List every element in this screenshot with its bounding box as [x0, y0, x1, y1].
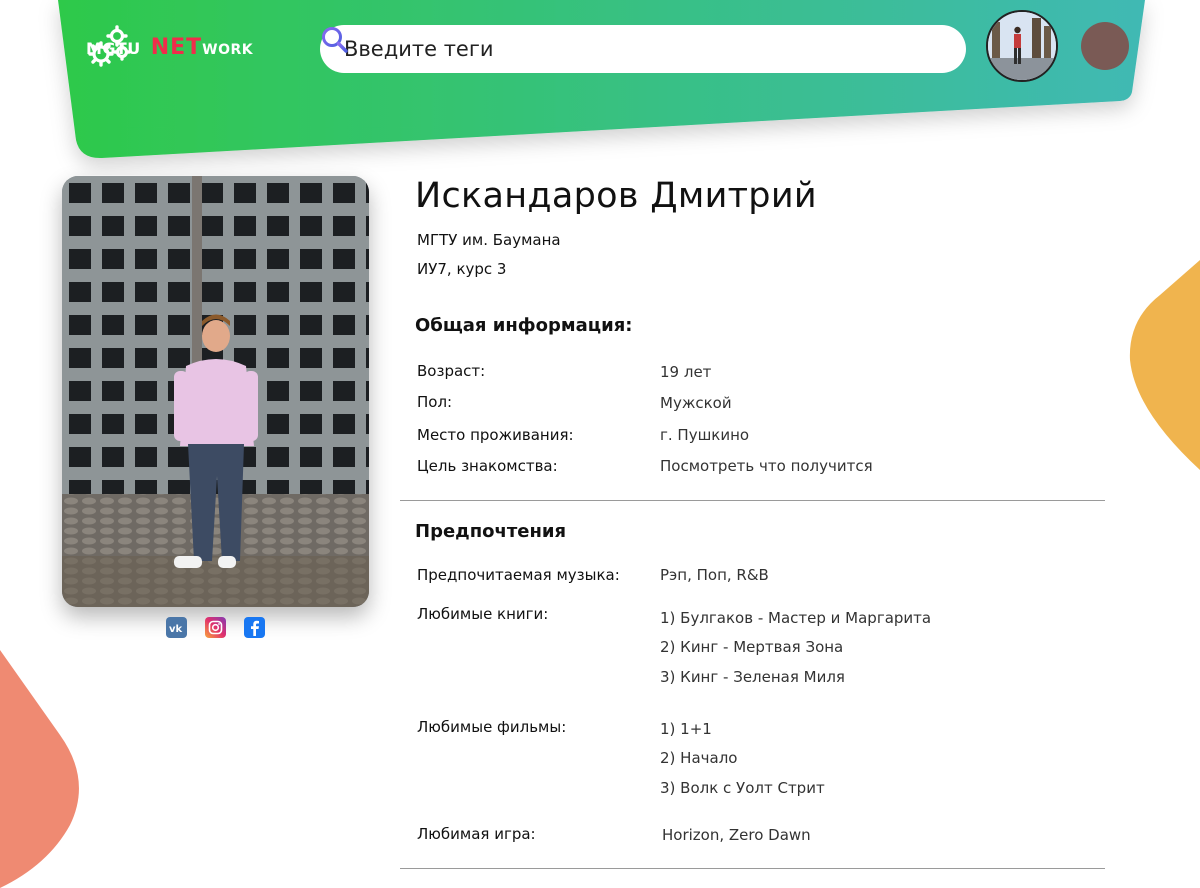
music-value: Рэп, Поп, R&B — [660, 566, 769, 584]
music-label: Предпочитаемая музыка: — [417, 566, 620, 584]
gender-value: Мужской — [660, 394, 732, 412]
menu-button[interactable] — [1081, 22, 1129, 70]
gears-icon — [88, 25, 131, 67]
vk-icon[interactable]: vk — [166, 617, 187, 638]
header-bar: MGTU NET WORK — [0, 0, 1200, 175]
film-item: 3) Волк с Уолт Стрит — [660, 779, 825, 797]
films-label: Любимые фильмы: — [417, 718, 567, 736]
gender-label: Пол: — [417, 393, 453, 411]
location-label: Место проживания: — [417, 426, 574, 444]
game-label: Любимая игра: — [417, 825, 536, 843]
books-label: Любимые книги: — [417, 605, 549, 623]
book-item: 2) Кинг - Мертвая Зона — [660, 638, 844, 656]
age-label: Возраст: — [417, 362, 486, 380]
film-item: 2) Начало — [660, 749, 738, 767]
film-item: 1) 1+1 — [660, 720, 712, 738]
user-avatar[interactable] — [986, 10, 1058, 82]
search-input[interactable] — [342, 28, 946, 70]
site-logo[interactable]: MGTU NET WORK — [86, 22, 253, 72]
preferences-title: Предпочтения — [415, 521, 567, 542]
instagram-icon[interactable] — [205, 617, 226, 638]
goal-value: Посмотреть что получится — [660, 457, 873, 475]
section-divider — [400, 500, 1105, 501]
search-bar — [320, 25, 966, 73]
age-value: 19 лет — [660, 363, 712, 381]
goal-label: Цель знакомства: — [417, 457, 558, 475]
decorative-orange-blob — [1129, 260, 1200, 470]
logo-work: WORK — [202, 41, 254, 58]
search-icon[interactable] — [320, 25, 350, 55]
svg-text:vk: vk — [169, 624, 183, 634]
section-divider — [400, 868, 1105, 869]
game-value: Horizon, Zero Dawn — [662, 826, 811, 844]
profile-name: Искандаров Дмитрий — [415, 176, 817, 216]
profile-university: МГТУ им. Баумана — [417, 231, 561, 249]
decorative-salmon-blob — [0, 650, 79, 888]
book-item: 1) Булгаков - Мастер и Маргарита — [660, 609, 932, 627]
profile-photo — [62, 176, 369, 607]
location-value: г. Пушкино — [660, 426, 750, 444]
profile-photo-image — [62, 176, 369, 607]
facebook-icon[interactable] — [244, 617, 265, 638]
profile-group: ИУ7, курс 3 — [417, 260, 507, 278]
logo-net: NET — [150, 34, 203, 60]
social-links: vk — [166, 617, 265, 638]
book-item: 3) Кинг - Зеленая Миля — [660, 668, 845, 686]
general-info-title: Общая информация: — [415, 315, 633, 336]
avatar-photo — [988, 12, 1056, 80]
